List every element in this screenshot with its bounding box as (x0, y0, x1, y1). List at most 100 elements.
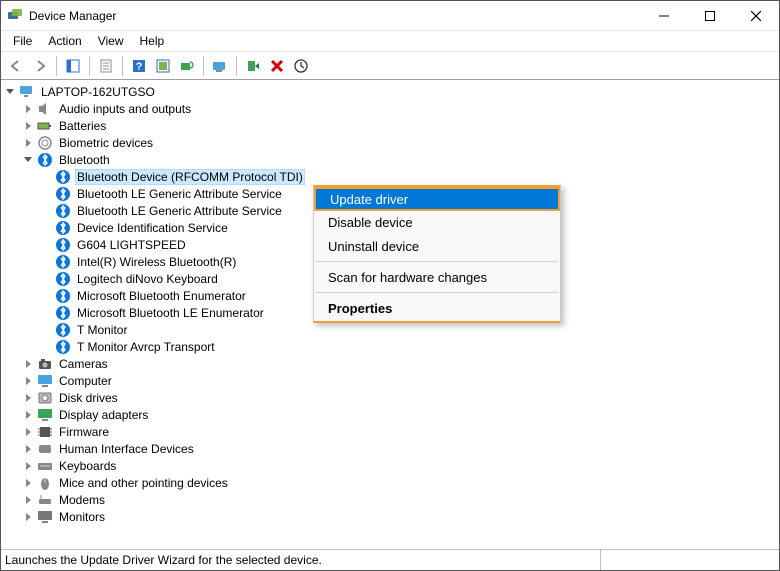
back-button[interactable] (5, 55, 27, 77)
tree-root-label: LAPTOP-162UTGSO (39, 84, 157, 100)
expand-toggle-icon[interactable] (21, 374, 35, 388)
tree-category[interactable]: Mice and other pointing devices (21, 474, 779, 491)
uninstall-device-button[interactable] (266, 55, 288, 77)
tree-category[interactable]: Modems (21, 491, 779, 508)
tree-category-label: Modems (57, 492, 107, 508)
context-menu-item[interactable]: Properties (314, 296, 560, 320)
forward-button[interactable] (29, 55, 51, 77)
expand-toggle-icon[interactable] (21, 357, 35, 371)
tree-device[interactable]: T Monitor (39, 321, 779, 338)
tree-category-label: Bluetooth (57, 152, 112, 168)
toolbar-separator (203, 56, 204, 76)
expand-toggle-icon[interactable] (3, 85, 17, 99)
tree-category[interactable]: Firmware (21, 423, 779, 440)
tree-category[interactable]: Display adapters (21, 406, 779, 423)
tree-device-label: T Monitor (75, 322, 129, 338)
statusbar: Launches the Update Driver Wizard for th… (1, 550, 779, 570)
tree-category[interactable]: Biometric devices (21, 134, 779, 151)
expand-toggle-icon[interactable] (21, 442, 35, 456)
expand-spacer (39, 306, 53, 320)
tree-category[interactable]: Cameras (21, 355, 779, 372)
tree-category-label: Cameras (57, 356, 110, 372)
expand-toggle-icon[interactable] (21, 459, 35, 473)
expand-toggle-icon[interactable] (21, 119, 35, 133)
scan-hardware-button[interactable] (176, 55, 198, 77)
update-driver-button[interactable] (209, 55, 231, 77)
context-menu-item[interactable]: Update driver (314, 187, 560, 211)
tree-root[interactable]: LAPTOP-162UTGSO (3, 83, 779, 100)
action-button[interactable] (152, 55, 174, 77)
expand-toggle-icon[interactable] (21, 391, 35, 405)
tree-device-label: Bluetooth Device (RFCOMM Protocol TDI) (75, 169, 305, 185)
legacy-hardware-button[interactable] (290, 55, 312, 77)
tree-device-label: Bluetooth LE Generic Attribute Service (75, 186, 284, 202)
minimize-button[interactable] (641, 1, 687, 31)
bluetooth-icon (55, 288, 71, 304)
context-menu-item[interactable]: Scan for hardware changes (314, 265, 560, 289)
tree-category-label: Display adapters (57, 407, 150, 423)
expand-toggle-icon[interactable] (21, 425, 35, 439)
hid-icon (37, 441, 53, 457)
expand-spacer (39, 238, 53, 252)
expand-toggle-icon[interactable] (21, 136, 35, 150)
expand-spacer (39, 221, 53, 235)
bluetooth-icon (55, 254, 71, 270)
expand-spacer (39, 340, 53, 354)
menu-view[interactable]: View (90, 32, 132, 50)
maximize-button[interactable] (687, 1, 733, 31)
chip-icon (37, 424, 53, 440)
expand-toggle-icon[interactable] (21, 493, 35, 507)
window-title: Device Manager (29, 9, 641, 23)
tree-category[interactable]: Audio inputs and outputs (21, 100, 779, 117)
tree-category[interactable]: Keyboards (21, 457, 779, 474)
bluetooth-icon (55, 169, 71, 185)
context-menu-item[interactable]: Disable device (314, 210, 560, 234)
expand-toggle-icon[interactable] (21, 102, 35, 116)
tree-device[interactable]: Bluetooth Device (RFCOMM Protocol TDI) (39, 168, 779, 185)
show-hide-tree-button[interactable] (62, 55, 84, 77)
bluetooth-icon (55, 203, 71, 219)
tree-device-label: Device Identification Service (75, 220, 230, 236)
bluetooth-icon (55, 237, 71, 253)
properties-button[interactable] (95, 55, 117, 77)
expand-spacer (39, 272, 53, 286)
status-text: Launches the Update Driver Wizard for th… (1, 550, 601, 570)
menu-action[interactable]: Action (40, 32, 89, 50)
context-menu-item[interactable]: Uninstall device (314, 234, 560, 258)
tree-category-label: Disk drives (57, 390, 120, 406)
menu-help[interactable]: Help (132, 32, 173, 50)
tree-device[interactable]: T Monitor Avrcp Transport (39, 338, 779, 355)
tree-category-label: Biometric devices (57, 135, 155, 151)
tree-category[interactable]: Monitors (21, 508, 779, 525)
toolbar: ? (1, 52, 779, 80)
tree-device-label: T Monitor Avrcp Transport (75, 339, 217, 355)
close-button[interactable] (733, 1, 779, 31)
tree-category-label: Monitors (57, 509, 107, 525)
tree-category-label: Computer (57, 373, 114, 389)
help-button[interactable]: ? (128, 55, 150, 77)
bluetooth-icon (55, 220, 71, 236)
bluetooth-icon (37, 152, 53, 168)
context-menu-separator (316, 292, 558, 293)
menu-file[interactable]: File (5, 32, 40, 50)
tree-category[interactable]: Batteries (21, 117, 779, 134)
expand-toggle-icon[interactable] (21, 476, 35, 490)
tree-category[interactable]: Computer (21, 372, 779, 389)
svg-text:?: ? (136, 61, 143, 73)
tree-category[interactable]: Bluetooth (21, 151, 779, 168)
tree-category-label: Human Interface Devices (57, 441, 196, 457)
expand-toggle-icon[interactable] (21, 510, 35, 524)
expand-toggle-icon[interactable] (21, 153, 35, 167)
speaker-icon (37, 101, 53, 117)
tree-category[interactable]: Disk drives (21, 389, 779, 406)
biometric-icon (37, 135, 53, 151)
enable-device-button[interactable] (242, 55, 264, 77)
modem-icon (37, 492, 53, 508)
bluetooth-icon (55, 271, 71, 287)
toolbar-separator (122, 56, 123, 76)
camera-icon (37, 356, 53, 372)
expand-toggle-icon[interactable] (21, 408, 35, 422)
toolbar-separator (236, 56, 237, 76)
tree-category[interactable]: Human Interface Devices (21, 440, 779, 457)
disk-icon (37, 390, 53, 406)
